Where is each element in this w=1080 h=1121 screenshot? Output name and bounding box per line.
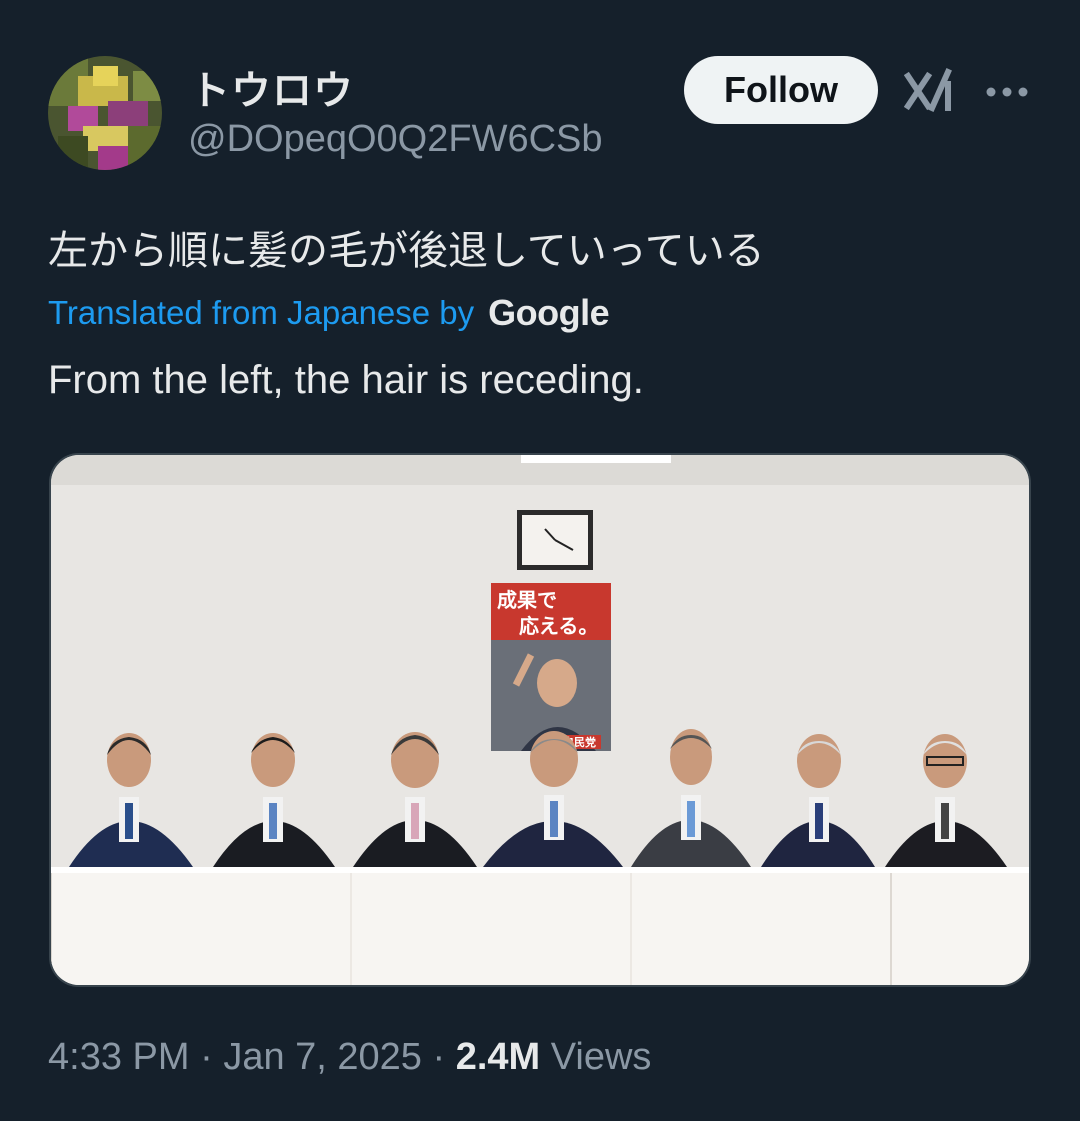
more-icon[interactable] — [982, 72, 1032, 112]
tweet-time[interactable]: 4:33 PM — [48, 1036, 190, 1079]
tweet-meta: 4:33 PM · Jan 7, 2025 · 2.4M Views — [48, 1036, 651, 1079]
poster: 成果で 応える。 自民党 — [491, 583, 611, 751]
separator: · — [189, 1036, 224, 1078]
translated-label[interactable]: Translated from Japanese by — [48, 294, 474, 332]
table — [51, 867, 1029, 985]
google-logo: Google — [488, 292, 610, 333]
handle[interactable]: @DOpeqO0Q2FW6CSb — [188, 118, 603, 161]
avatar[interactable] — [48, 56, 162, 170]
tweet-text-translated: From the left, the hair is receding. — [48, 358, 644, 402]
poster-line2: 応える。 — [519, 614, 598, 638]
display-name[interactable]: トウロウ — [190, 58, 354, 116]
tweet-text-original: 左から順に髪の毛が後退していっている — [48, 228, 765, 274]
views-label: Views — [540, 1036, 652, 1078]
tweet-image[interactable]: 成果で 応える。 自民党 — [49, 453, 1031, 987]
poster-line1: 成果で — [497, 588, 557, 612]
translation-attribution[interactable]: Translated from Japanese by Google — [48, 292, 610, 334]
clock — [517, 510, 593, 570]
tweet-date[interactable]: Jan 7, 2025 — [223, 1036, 422, 1079]
follow-button[interactable]: Follow — [684, 56, 878, 124]
views-count[interactable]: 2.4M — [456, 1036, 540, 1079]
grok-icon[interactable] — [903, 68, 954, 114]
separator: · — [421, 1036, 456, 1078]
